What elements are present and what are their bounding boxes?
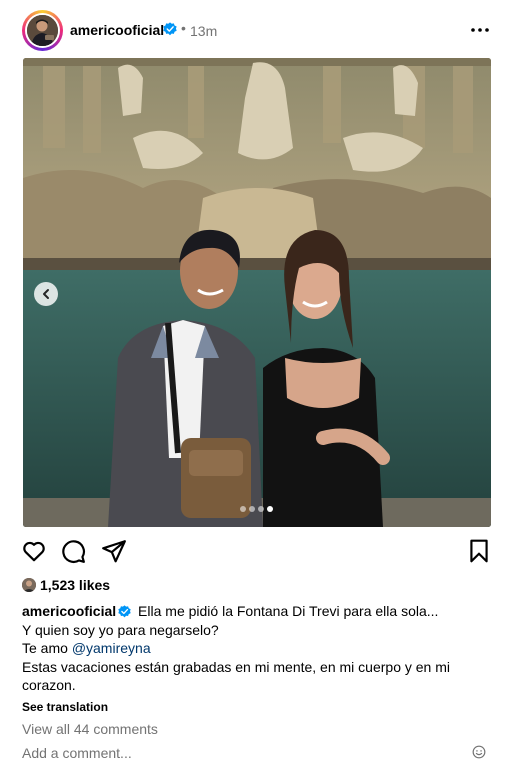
profile-avatar[interactable] bbox=[22, 10, 63, 51]
post-caption: americooficial Ella me pidió la Fontana … bbox=[22, 602, 482, 695]
emoji-icon[interactable] bbox=[472, 745, 486, 759]
caption-line-3: Te amo bbox=[22, 640, 72, 657]
see-translation-link[interactable]: See translation bbox=[22, 700, 108, 714]
carousel-dot bbox=[249, 506, 255, 512]
caption-line-1: Ella me pidió la Fontana Di Trevi para e… bbox=[138, 603, 439, 619]
heart-icon[interactable] bbox=[21, 538, 47, 564]
chevron-left-icon bbox=[43, 289, 49, 299]
view-all-comments-link[interactable]: View all 44 comments bbox=[22, 721, 158, 737]
more-options-icon[interactable] bbox=[470, 20, 490, 40]
post-time[interactable]: 13m bbox=[190, 23, 217, 39]
post-header: americooficial • 13m bbox=[0, 0, 527, 60]
caption-line-2: Y quien soy yo para negarselo? bbox=[22, 621, 219, 638]
comment-input[interactable]: Add a comment... bbox=[22, 745, 132, 761]
comment-icon[interactable] bbox=[60, 538, 86, 564]
send-icon[interactable] bbox=[101, 538, 127, 564]
likes-row: 1,523 likes bbox=[22, 577, 110, 593]
carousel-dot-active bbox=[267, 506, 273, 512]
likes-count[interactable]: 1,523 likes bbox=[40, 577, 110, 593]
liker-avatar[interactable] bbox=[22, 578, 36, 592]
carousel-previous-button[interactable] bbox=[34, 282, 58, 306]
carousel-indicator bbox=[240, 506, 273, 512]
verified-badge-icon bbox=[118, 605, 131, 618]
caption-mention-link[interactable]: @yamireyna bbox=[72, 640, 151, 656]
post-photo[interactable] bbox=[23, 58, 491, 527]
caption-username[interactable]: americooficial bbox=[22, 603, 116, 619]
separator-dot: • bbox=[181, 20, 186, 36]
verified-badge-icon bbox=[163, 22, 177, 36]
post-actions bbox=[0, 538, 527, 566]
carousel-dot bbox=[240, 506, 246, 512]
bookmark-icon[interactable] bbox=[466, 538, 492, 564]
caption-line-4: Estas vacaciones están grabadas en mi me… bbox=[22, 658, 450, 694]
post-username[interactable]: americooficial bbox=[70, 22, 164, 38]
carousel-dot bbox=[258, 506, 264, 512]
